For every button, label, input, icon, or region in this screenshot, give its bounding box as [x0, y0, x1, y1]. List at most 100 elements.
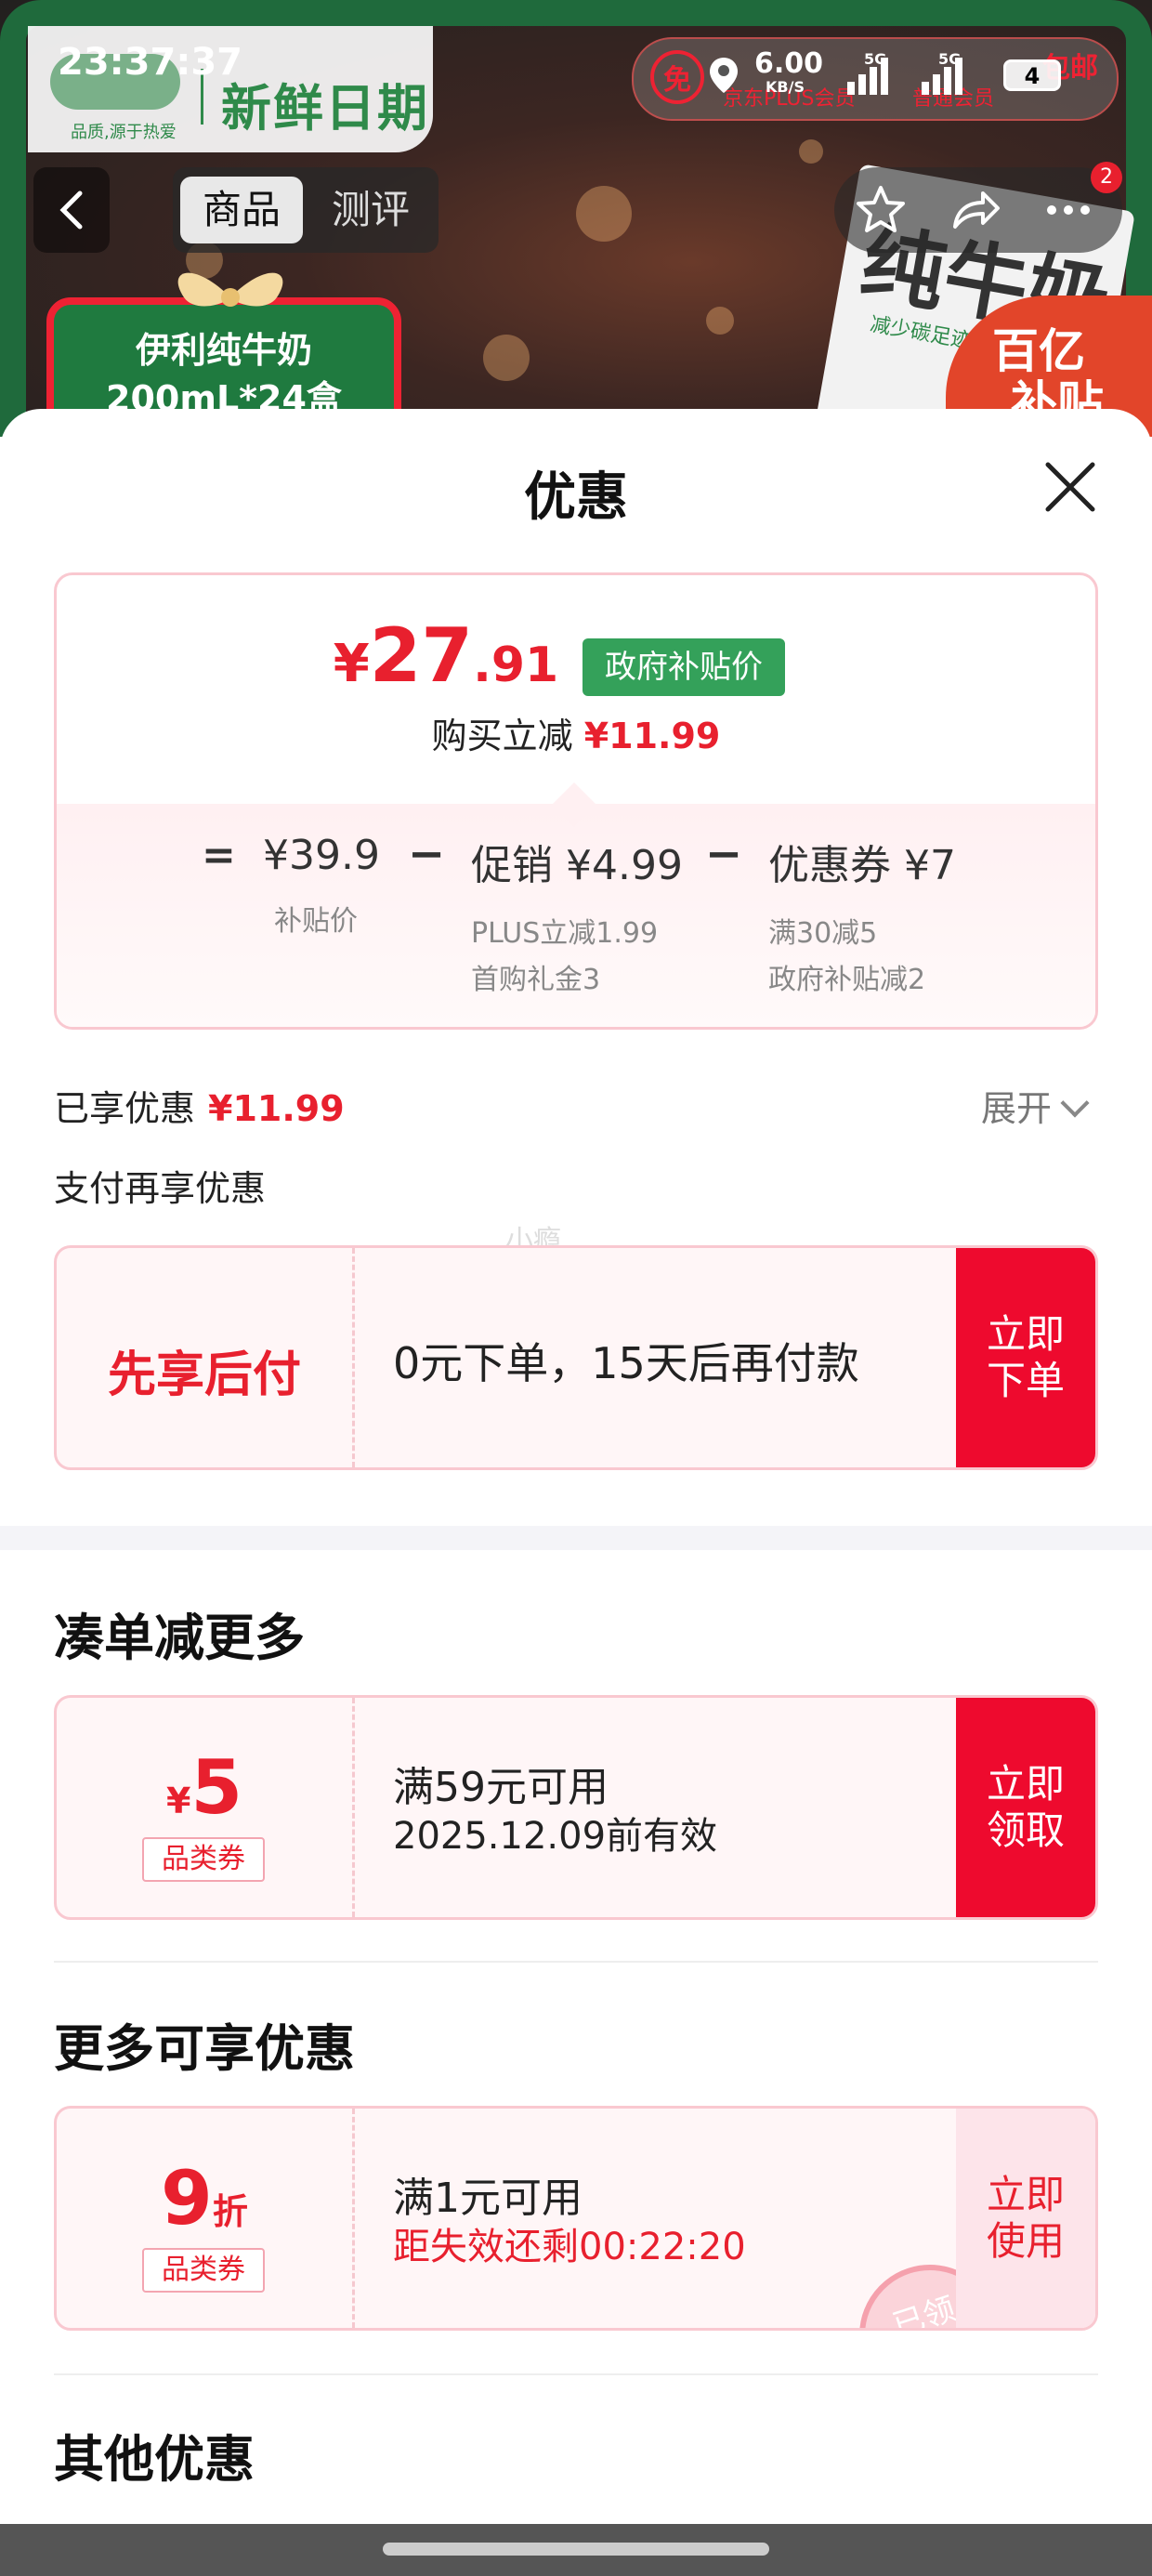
gift-bow-icon — [177, 272, 283, 307]
buy-reduce-line: 购买立减 ¥11.99 — [57, 707, 1095, 758]
coupon-item: 政府补贴减2 — [768, 964, 926, 996]
home-indicator[interactable] — [383, 2543, 769, 2556]
section-separator — [0, 1526, 1152, 1550]
location-icon — [710, 58, 738, 93]
button-line: 立即 — [986, 1761, 1065, 1807]
promo-items: PLUS立减1.99 首购礼金3 — [471, 908, 683, 1006]
chevron-left-icon — [59, 191, 83, 230]
bnpl-left: 先享后付 — [57, 1248, 352, 1467]
use-coupon-button[interactable]: 立即 使用 — [956, 2109, 1095, 2328]
coupon-validity: 2025.12.09前有效 — [393, 1815, 718, 1858]
equals-sign: = — [202, 832, 236, 879]
coupon-value: 5 — [190, 1744, 243, 1831]
gov-subsidy-tag: 政府补贴价 — [583, 638, 785, 696]
membership-pill[interactable]: 免 京东PLUS会员 普通会员 包邮 6.00 KB/S 5G 5G 4 — [632, 37, 1119, 121]
signal-icon: 5G — [847, 50, 903, 95]
tab-review[interactable]: 测评 — [312, 177, 429, 243]
product-tag-line1: 伊利纯牛奶 — [135, 330, 312, 371]
button-line: 使用 — [986, 2218, 1065, 2264]
price-integer: 27 — [369, 612, 474, 699]
product-tabs: 商品 测评 — [173, 167, 439, 253]
order-now-button[interactable]: 立即 下单 — [956, 1248, 1095, 1467]
enjoyed-discount-row: 已享优惠 ¥11.99 — [54, 1080, 345, 1131]
minus-sign-2: − — [705, 828, 743, 880]
network-speed: 6.00 — [754, 47, 824, 80]
expand-label: 展开 — [981, 1088, 1053, 1129]
buy-reduce-label: 购买立减 — [431, 716, 573, 756]
coupon-value: 优惠券 ¥7 — [768, 842, 956, 889]
promo-item: PLUS立减1.99 — [471, 917, 659, 950]
subsidy-price-value: ¥39.9 — [263, 832, 380, 879]
back-button[interactable] — [33, 167, 110, 253]
category-coupon-tag: 品类券 — [142, 1837, 265, 1882]
minus-sign-1: − — [408, 828, 446, 880]
button-line: 立即 — [986, 1311, 1065, 1357]
promo-value: 促销 ¥4.99 — [471, 842, 683, 889]
coupon-items: 满30减5 政府补贴减2 — [768, 908, 956, 1006]
price-decimal: .91 — [473, 637, 559, 693]
divider-line — [54, 2373, 1098, 2375]
buy-reduce-amount: ¥11.99 — [583, 716, 721, 756]
coupon-value: 9 — [161, 2155, 213, 2241]
sheet-title: 优惠 — [524, 467, 628, 528]
promo-col: 促销 ¥4.99 PLUS立减1.99 首购礼金3 — [471, 832, 683, 1006]
section-title-enjoy: 更多可享优惠 — [54, 2019, 355, 2078]
brand-name: 新鲜日期 — [221, 79, 429, 138]
divider-line — [54, 1961, 1098, 1963]
coupon-condition: 满59元可用 — [393, 1764, 609, 1811]
category-coupon-tag: 品类券 — [142, 2248, 265, 2293]
bnpl-label: 先享后付 — [107, 1347, 301, 1403]
chevron-down-icon — [1060, 1088, 1090, 1118]
final-price: ¥27.91 — [57, 612, 965, 699]
system-status-icons: 6.00 KB/S 5G 5G 4 — [710, 46, 1089, 102]
enjoyed-amount: ¥11.99 — [208, 1088, 345, 1129]
coupon-left: ¥5 品类券 — [57, 1698, 352, 1917]
bnpl-description: 0元下单，15天后再付款 — [393, 1338, 859, 1388]
pay-again-heading: 支付再享优惠 — [54, 1168, 267, 1209]
close-icon[interactable] — [1039, 455, 1102, 519]
brand-subtitle: 品质,源于热爱 — [71, 123, 177, 142]
coupon-countdown: 距失效还剩00:22:20 — [393, 2226, 746, 2268]
promo-item: 首购礼金3 — [471, 964, 601, 996]
free-shipping-icon: 免 — [650, 50, 704, 104]
signal-icon-2: 5G — [922, 50, 977, 95]
network-speed-unit: KB/S — [766, 78, 805, 96]
header-actions: 2 — [834, 162, 1122, 253]
coupon-left: 9折 品类券 — [57, 2109, 352, 2328]
coupon-currency: ¥ — [165, 1781, 191, 1821]
subsidy-price-col: ¥39.9 补贴价 — [263, 832, 380, 948]
subsidy-price-label: 补贴价 — [274, 905, 358, 938]
bnpl-card: 先享后付 0元下单，15天后再付款 立即 下单 — [54, 1245, 1098, 1470]
coupon-item: 满30减5 — [768, 917, 878, 950]
system-nav-bar — [0, 2524, 1152, 2576]
breakdown-notch — [551, 782, 597, 828]
price-card: ¥27.91 政府补贴价 购买立减 ¥11.99 = ¥39.9 补贴价 − 促… — [54, 572, 1098, 1030]
claim-coupon-button[interactable]: 立即 领取 — [956, 1698, 1095, 1917]
more-icon[interactable] — [1041, 182, 1096, 238]
coupon-amount: ¥5 — [57, 1744, 352, 1831]
button-line: 立即 — [986, 2172, 1065, 2217]
section-title-other: 其他优惠 — [54, 2430, 255, 2489]
expand-button[interactable]: 展开 — [981, 1080, 1090, 1131]
star-icon[interactable] — [853, 182, 909, 238]
discount-sheet: 优惠 ¥27.91 政府补贴价 购买立减 ¥11.99 = ¥39.9 补贴价 … — [0, 409, 1152, 2576]
section-title-more: 凑单减更多 — [54, 1609, 305, 1667]
discount-coupon-card: 9折 品类券 满1元可用 距失效还剩00:22:20 已领 立即 使用 — [54, 2106, 1098, 2331]
coupon-unit: 折 — [212, 2191, 248, 2232]
battery-icon: 4 — [1003, 59, 1061, 91]
coupon-amount: 9折 — [57, 2155, 352, 2241]
coupon-condition: 满1元可用 — [393, 2175, 583, 2222]
divider — [352, 1698, 355, 1917]
coupon-col: 优惠券 ¥7 满30减5 政府补贴减2 — [768, 832, 956, 1006]
divider — [352, 1248, 355, 1467]
enjoyed-label: 已享优惠 — [54, 1088, 196, 1129]
divider — [352, 2109, 355, 2328]
tab-product[interactable]: 商品 — [180, 177, 303, 243]
notification-badge: 2 — [1091, 162, 1122, 193]
status-time: 23:37:37 — [58, 41, 242, 84]
product-image-header: 品质,源于热爱 新鲜日期 纯牛奶 减少碳足迹 百亿 补贴 伊利纯牛奶 200mL… — [0, 0, 1152, 437]
share-icon[interactable] — [948, 182, 1003, 238]
price-currency: ¥ — [333, 634, 370, 694]
price-breakdown: = ¥39.9 补贴价 − 促销 ¥4.99 PLUS立减1.99 首购礼金3 … — [57, 782, 1095, 1027]
button-line: 下单 — [986, 1358, 1065, 1403]
